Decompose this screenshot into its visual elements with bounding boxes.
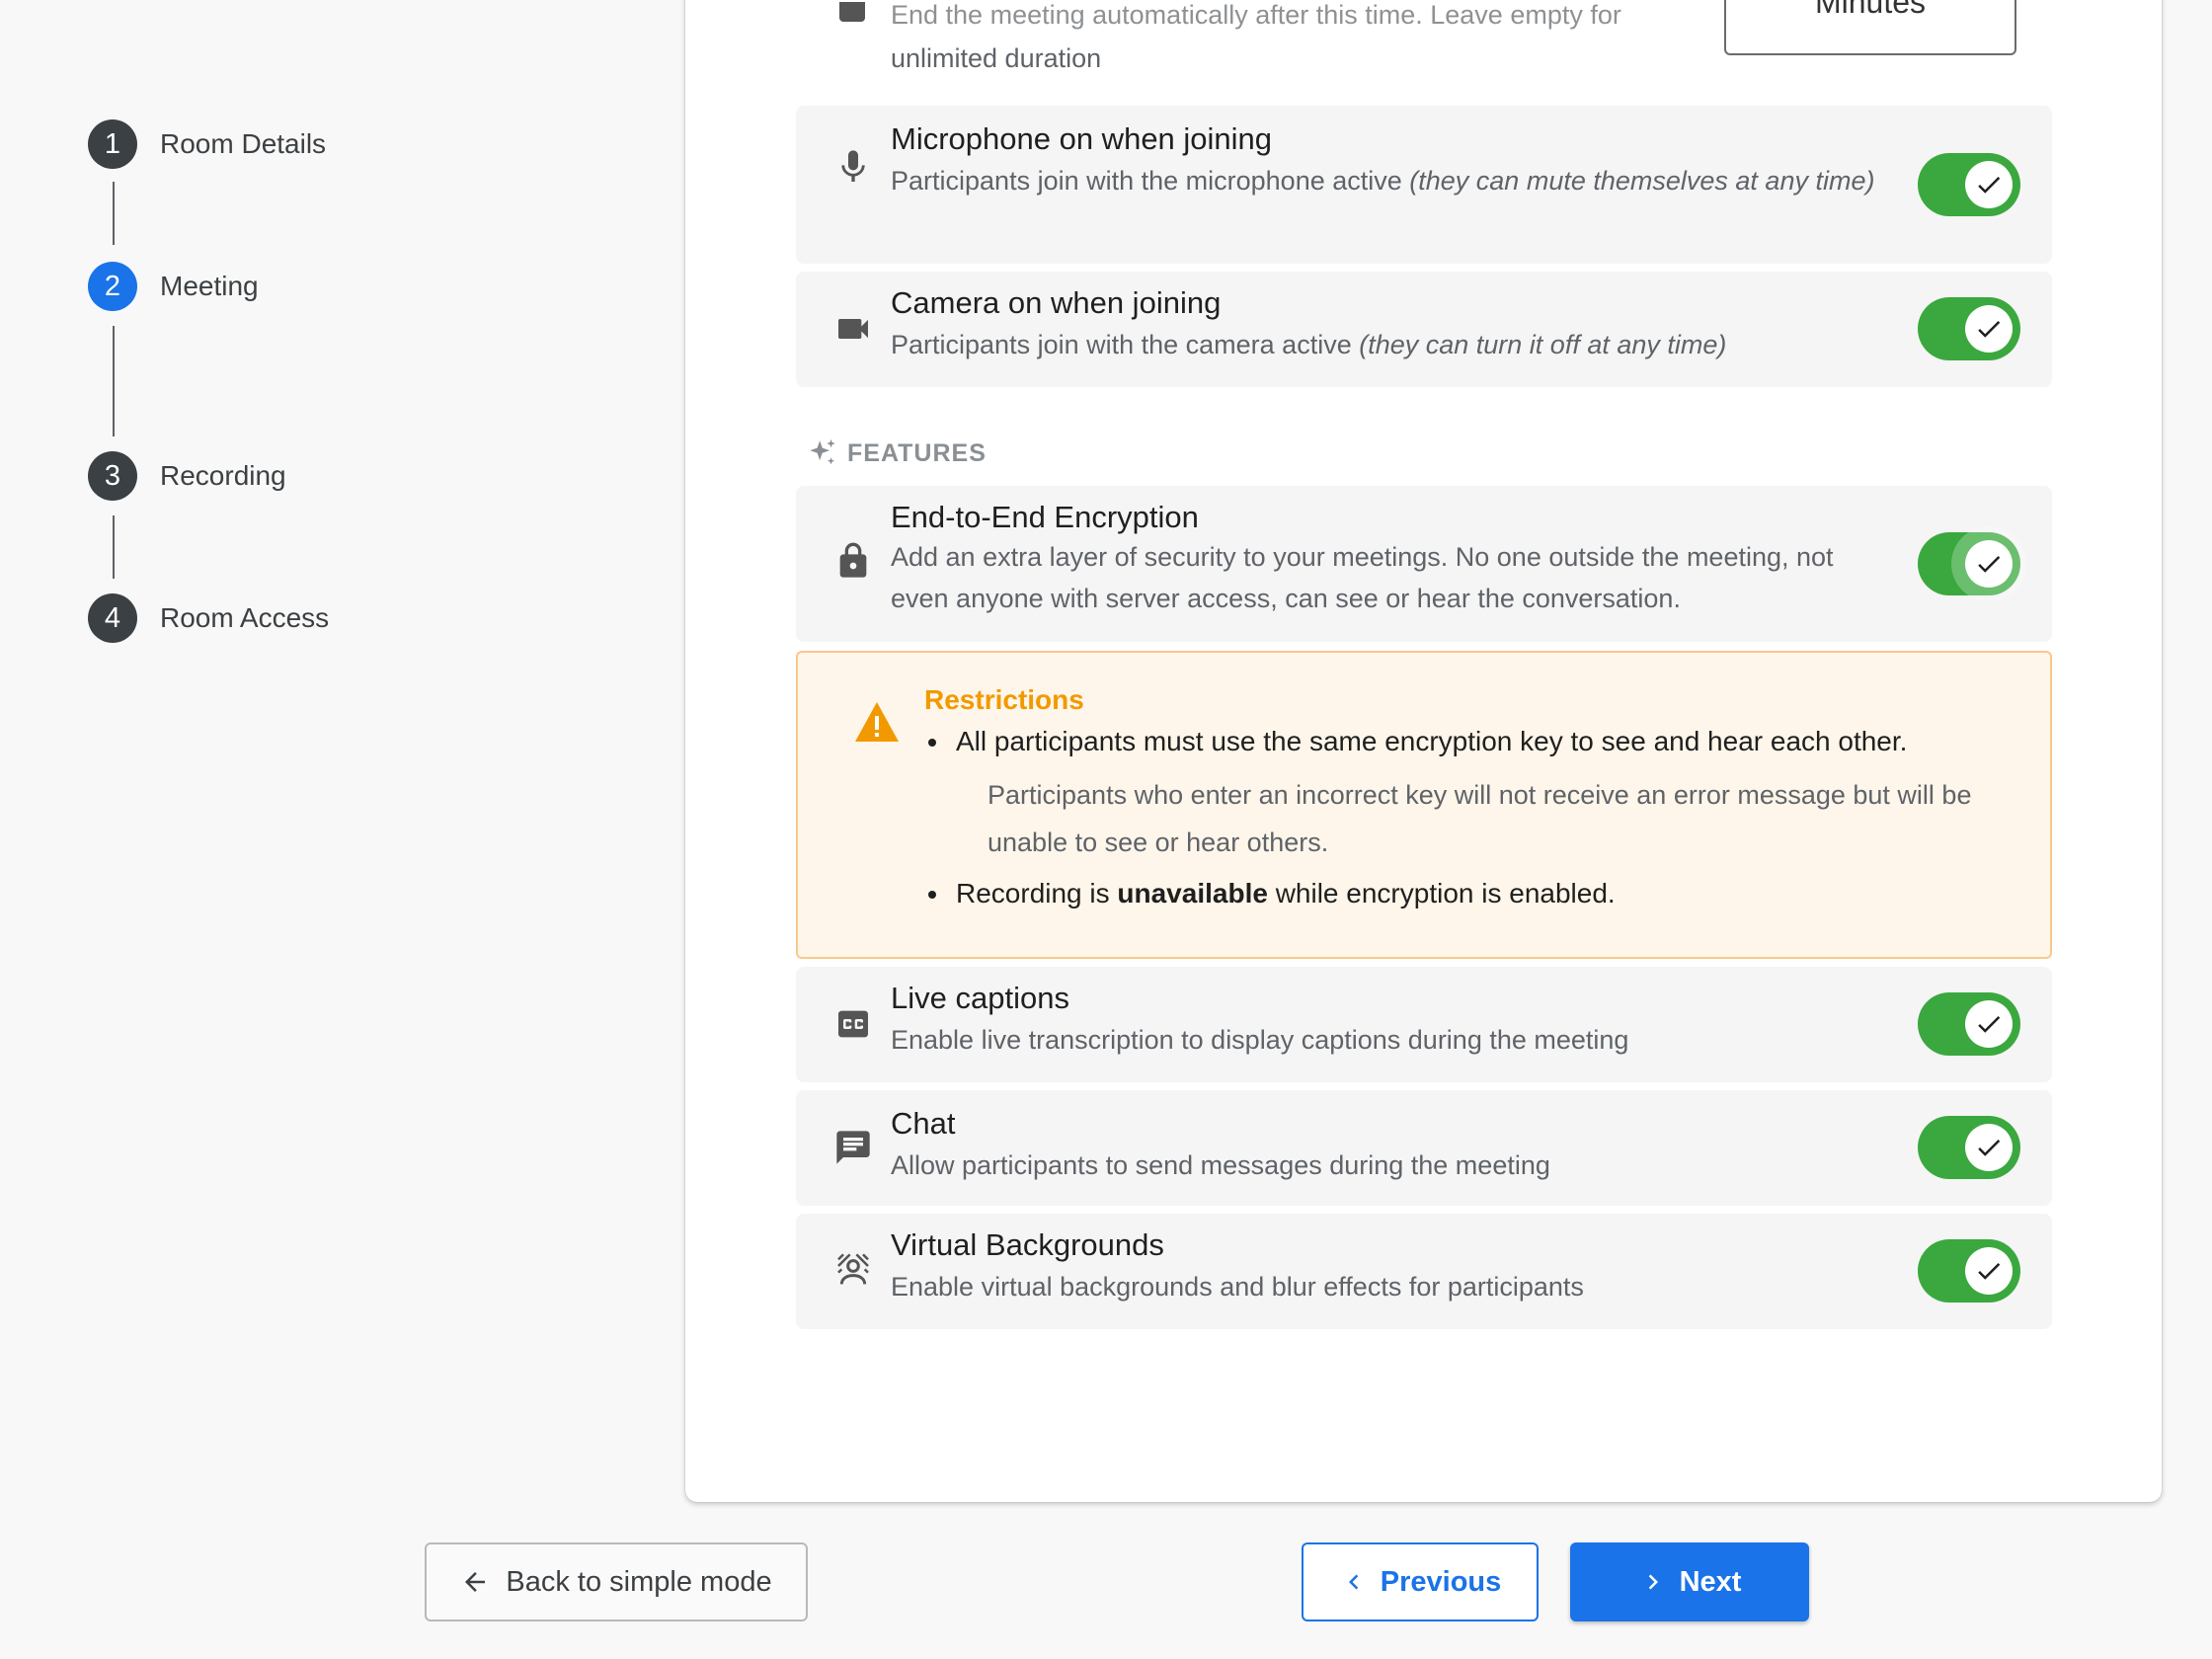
encryption-restrictions-notice: Restrictions All participants must use t… — [796, 651, 2052, 959]
check-icon — [1978, 1263, 2001, 1280]
setting-description: Participants join with the microphone ac… — [891, 166, 1875, 196]
setting-microphone: Microphone on when joining Participants … — [796, 106, 2052, 264]
setting-description: Allow participants to send messages duri… — [891, 1150, 1550, 1180]
chat-icon — [833, 1128, 873, 1167]
setting-virtual-backgrounds: Virtual Backgrounds Enable virtual backg… — [796, 1214, 2052, 1329]
restrictions-list: All participants must use the same encry… — [924, 722, 2011, 913]
toggle-knob — [1965, 540, 2013, 588]
toggle-knob — [1965, 1247, 2013, 1295]
encryption-toggle[interactable] — [1918, 532, 2020, 595]
duration-unit-select[interactable]: Minutes — [1724, 0, 2016, 55]
restriction-item: Recording is unavailable while encryptio… — [924, 874, 2011, 913]
setting-title: Live captions — [891, 981, 1069, 1015]
chevron-right-icon — [1648, 1574, 1658, 1590]
step-number: 1 — [88, 119, 137, 169]
previous-button[interactable]: Previous — [1302, 1542, 1539, 1621]
step-connector — [113, 326, 115, 436]
step-connector — [113, 182, 115, 245]
check-icon — [1978, 1140, 2001, 1156]
step-room-details[interactable]: 1 Room Details — [88, 118, 326, 170]
step-recording[interactable]: 3 Recording — [88, 450, 286, 502]
setting-description: Enable virtual backgrounds and blur effe… — [891, 1272, 1584, 1302]
setting-title: End-to-End Encryption — [891, 500, 1199, 534]
duration-unit-value: Minutes — [1814, 0, 1927, 20]
setting-title: Virtual Backgrounds — [891, 1227, 1164, 1262]
toggle-knob — [1965, 161, 2013, 208]
next-button-label: Next — [1679, 1565, 1742, 1598]
step-meeting[interactable]: 2 Meeting — [88, 261, 259, 312]
duration-description: End the meeting automatically after this… — [891, 0, 1621, 30]
setting-camera: Camera on when joining Participants join… — [796, 272, 2052, 387]
setting-description: Add an extra layer of security to your m… — [891, 542, 1834, 613]
closed-caption-icon — [833, 1004, 873, 1044]
step-label: Recording — [160, 460, 286, 491]
check-icon — [1978, 1016, 2001, 1033]
chat-toggle[interactable] — [1918, 1116, 2020, 1179]
meeting-settings-card: End the meeting automatically after this… — [685, 0, 2162, 1502]
step-label: Meeting — [160, 271, 259, 301]
mic-icon — [833, 147, 873, 187]
check-icon — [1978, 556, 2001, 573]
step-label: Room Details — [160, 128, 327, 159]
setting-description: Participants join with the camera active… — [891, 330, 1727, 359]
step-connector — [113, 515, 115, 579]
restriction-detail: Participants who enter an incorrect key … — [988, 780, 1972, 857]
lock-icon — [833, 541, 873, 581]
setting-title: Microphone on when joining — [891, 121, 1273, 156]
setting-encryption: End-to-End Encryption Add an extra layer… — [796, 486, 2052, 642]
virtual-backgrounds-toggle[interactable] — [1918, 1239, 2020, 1303]
duration-row: End the meeting automatically after this… — [685, 0, 2162, 79]
step-room-access[interactable]: 4 Room Access — [88, 592, 329, 644]
setting-description: Enable live transcription to display cap… — [891, 1025, 1629, 1055]
step-label: Room Access — [160, 602, 330, 633]
stepper: 1 Room Details 2 Meeting 3 Recording 4 R… — [0, 0, 592, 691]
check-icon — [1978, 321, 2001, 338]
features-heading-label: FEATURES — [847, 438, 987, 467]
previous-button-label: Previous — [1380, 1565, 1502, 1598]
setting-title: Chat — [891, 1106, 956, 1141]
duration-description-continued: unlimited duration — [891, 43, 1102, 73]
toggle-knob — [1965, 1124, 2013, 1171]
videocam-icon — [833, 309, 873, 349]
setting-title: Camera on when joining — [891, 285, 1222, 320]
microphone-toggle[interactable] — [1918, 153, 2020, 216]
camera-toggle[interactable] — [1918, 297, 2020, 360]
back-to-simple-mode-button[interactable]: Back to simple mode — [425, 1542, 808, 1621]
step-number: 2 — [88, 262, 137, 311]
next-button[interactable]: Next — [1570, 1542, 1809, 1621]
step-number: 3 — [88, 451, 137, 501]
step-number: 4 — [88, 593, 137, 643]
live-captions-toggle[interactable] — [1918, 992, 2020, 1056]
toggle-knob — [1965, 305, 2013, 353]
timer-icon — [839, 2, 865, 22]
arrow-back-icon — [465, 1572, 486, 1592]
sparkle-icon — [810, 438, 835, 465]
restrictions-title: Restrictions — [924, 684, 1084, 715]
back-button-label: Back to simple mode — [506, 1565, 772, 1598]
features-heading: FEATURES — [806, 436, 987, 470]
warning-icon — [855, 702, 899, 742]
chevron-left-icon — [1348, 1574, 1359, 1590]
check-icon — [1978, 177, 2001, 194]
toggle-knob — [1965, 1000, 2013, 1048]
restriction-item: All participants must use the same encry… — [924, 722, 2011, 866]
background-replace-icon — [833, 1251, 873, 1291]
setting-live-captions: Live captions Enable live transcription … — [796, 967, 2052, 1082]
setting-chat: Chat Allow participants to send messages… — [796, 1090, 2052, 1206]
